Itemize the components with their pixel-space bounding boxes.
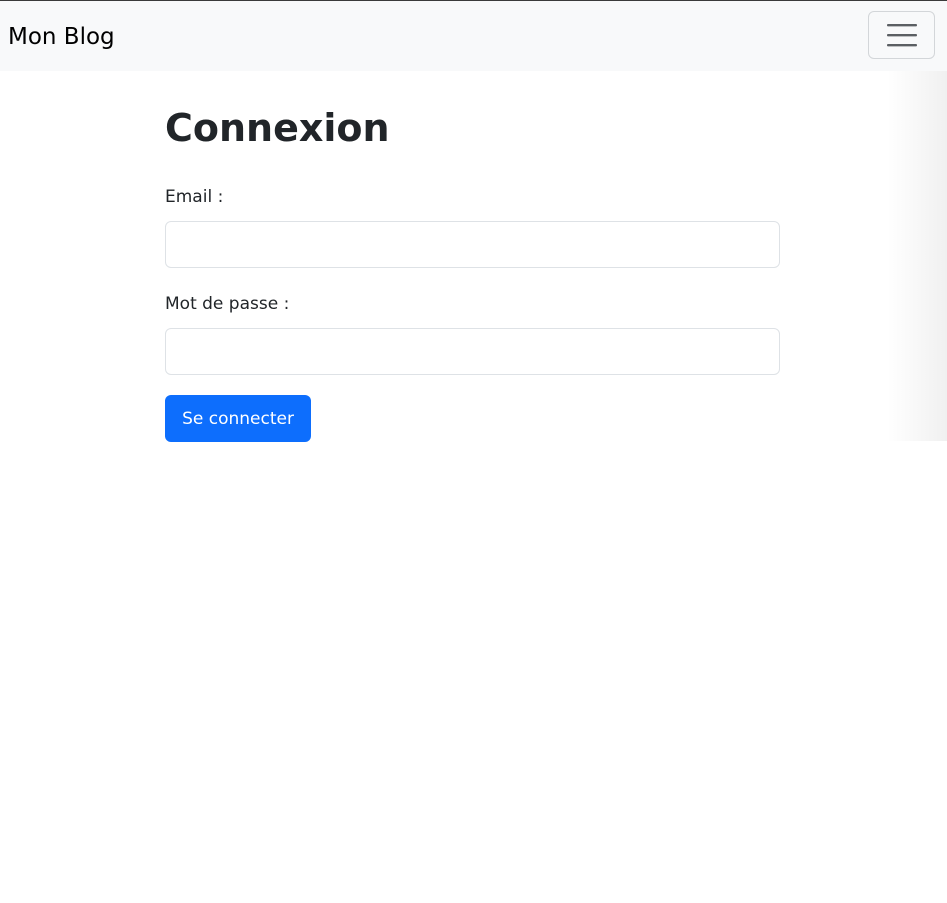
login-submit-button[interactable]: Se connecter: [165, 395, 311, 442]
password-label: Mot de passe :: [165, 294, 290, 314]
password-field[interactable]: [165, 328, 780, 375]
navbar: Mon Blog: [0, 1, 947, 71]
page-title: Connexion: [165, 106, 390, 150]
email-field[interactable]: [165, 221, 780, 268]
login-container: Connexion Email : Mot de passe : Se conn…: [165, 100, 780, 442]
navbar-brand-link[interactable]: Mon Blog: [8, 23, 115, 51]
email-label: Email :: [165, 187, 224, 207]
navbar-toggler-button[interactable]: [868, 11, 935, 59]
page: Mon Blog Connexion Email : Mot de passe …: [0, 0, 947, 903]
hamburger-menu-icon: [887, 24, 917, 47]
offcanvas-edge-shadow: [887, 71, 947, 441]
